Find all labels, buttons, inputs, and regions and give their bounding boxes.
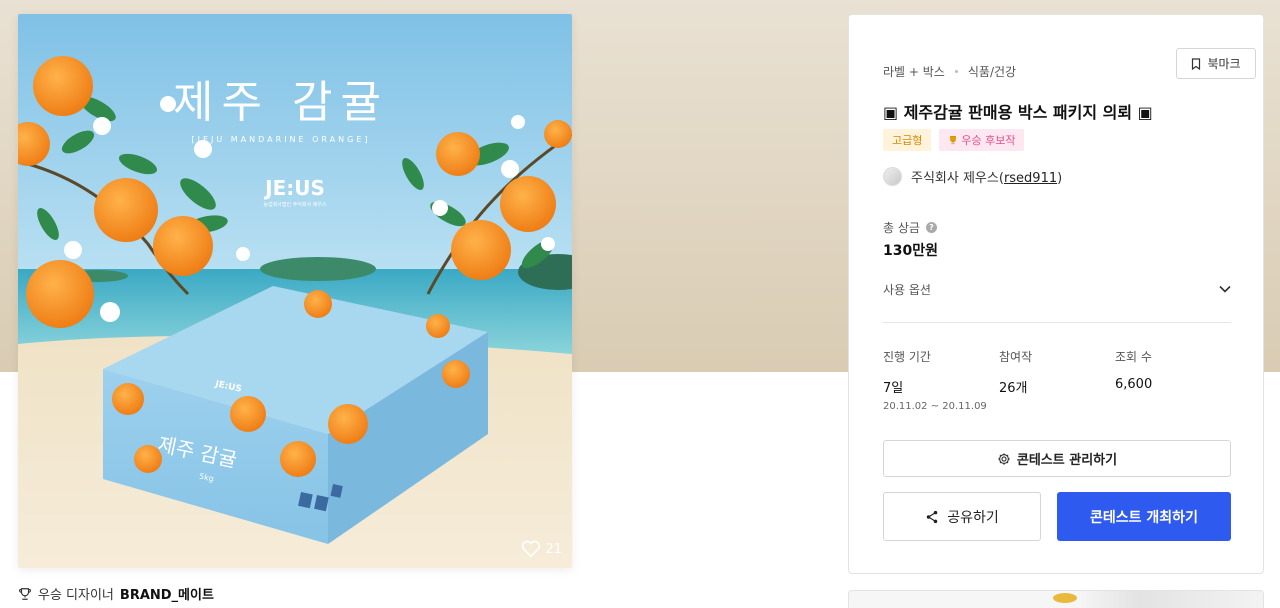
- prize-value: 130만원: [883, 243, 938, 259]
- host-info: 주식회사 제우스(rsed911): [883, 167, 1062, 186]
- brand-tagline: 농업회사법인 주식회사 제우스: [264, 201, 327, 208]
- category-main[interactable]: 라벨 + 박스: [883, 63, 945, 80]
- stat-value: 6,600: [1115, 377, 1153, 392]
- winner-candidate-label: 우승 후보작: [961, 134, 1016, 147]
- contest-info-panel: 라벨 + 박스 식품/건강 북마크 ▣ 제주감귤 판매용 박스 패키지 의뢰 ▣…: [848, 14, 1264, 574]
- package-illustration: 제주 감귤 [JEJU MANDARINE ORANGE] JE:US 농업회사…: [18, 14, 572, 568]
- like-button[interactable]: 21: [521, 540, 562, 558]
- stat-label: 조회 수: [1115, 350, 1152, 364]
- stat-label: 진행 기간: [883, 350, 931, 364]
- options-label: 사용 옵션: [883, 282, 931, 297]
- preview-thumbnail: [1053, 593, 1077, 603]
- gear-icon: [998, 452, 1010, 465]
- stat-value: 7일: [883, 381, 904, 396]
- contest-title: ▣ 제주감귤 판매용 박스 패키지 의뢰 ▣: [883, 103, 1153, 122]
- winner-prefix: 우승 디자이너: [38, 588, 114, 603]
- help-icon[interactable]: ?: [925, 222, 937, 233]
- badge-list: 고급형 우승 후보작: [883, 129, 1025, 151]
- contest-stats: 진행 기간 7일 20.11.02 ~ 20.11.09 참여작 26개 조회 …: [883, 348, 1231, 412]
- prize-label: 총 상금 ?: [883, 219, 937, 236]
- share-button[interactable]: 공유하기: [883, 492, 1041, 541]
- like-count: 21: [545, 541, 562, 557]
- share-icon: [926, 510, 938, 523]
- bookmark-button[interactable]: 북마크: [1176, 48, 1256, 79]
- share-label: 공유하기: [947, 509, 999, 526]
- product-image[interactable]: 제주 감귤 [JEJU MANDARINE ORANGE] JE:US 농업회사…: [18, 14, 572, 568]
- host-contest-button[interactable]: 콘테스트 개최하기: [1057, 492, 1231, 541]
- winner-candidate-badge: 우승 후보작: [939, 129, 1025, 151]
- chevron-down-icon: [1219, 285, 1231, 293]
- stat-views: 조회 수 6,600: [1115, 348, 1231, 412]
- stat-label: 참여작: [999, 350, 1033, 364]
- stat-value: 26개: [999, 381, 1028, 396]
- manage-contest-label: 콘테스트 관리하기: [1016, 453, 1118, 468]
- bookmark-label: 북마크: [1207, 57, 1241, 71]
- manage-contest-button[interactable]: 콘테스트 관리하기: [883, 440, 1231, 477]
- winner-designer: 우승 디자이너 BRAND_메이트: [18, 584, 214, 603]
- avatar: [883, 167, 902, 186]
- stat-date-range: 20.11.02 ~ 20.11.09: [883, 401, 987, 412]
- host-name: 주식회사 제우스(rsed911): [911, 171, 1063, 186]
- next-card-preview: [848, 590, 1264, 608]
- stat-entries: 참여작 26개: [999, 348, 1115, 412]
- trophy-icon: [950, 135, 957, 145]
- premium-badge: 고급형: [883, 129, 932, 151]
- trophy-icon: [18, 587, 32, 600]
- options-dropdown[interactable]: 사용 옵션: [883, 278, 1231, 300]
- stat-duration: 진행 기간 7일 20.11.02 ~ 20.11.09: [883, 348, 999, 412]
- bookmark-icon: [1192, 57, 1201, 70]
- heart-icon: [522, 540, 541, 558]
- breadcrumb: 라벨 + 박스 식품/건강: [883, 63, 1016, 80]
- image-heading: 제주 감귤: [173, 77, 389, 128]
- winner-name[interactable]: BRAND_메이트: [120, 584, 214, 603]
- image-subheading: [JEJU MANDARINE ORANGE]: [191, 135, 370, 144]
- breadcrumb-separator: [954, 70, 958, 73]
- brand-logo: JE:US: [263, 176, 325, 200]
- divider: [883, 322, 1231, 323]
- category-sub[interactable]: 식품/건강: [968, 63, 1016, 80]
- host-id-link[interactable]: rsed911: [1004, 171, 1057, 186]
